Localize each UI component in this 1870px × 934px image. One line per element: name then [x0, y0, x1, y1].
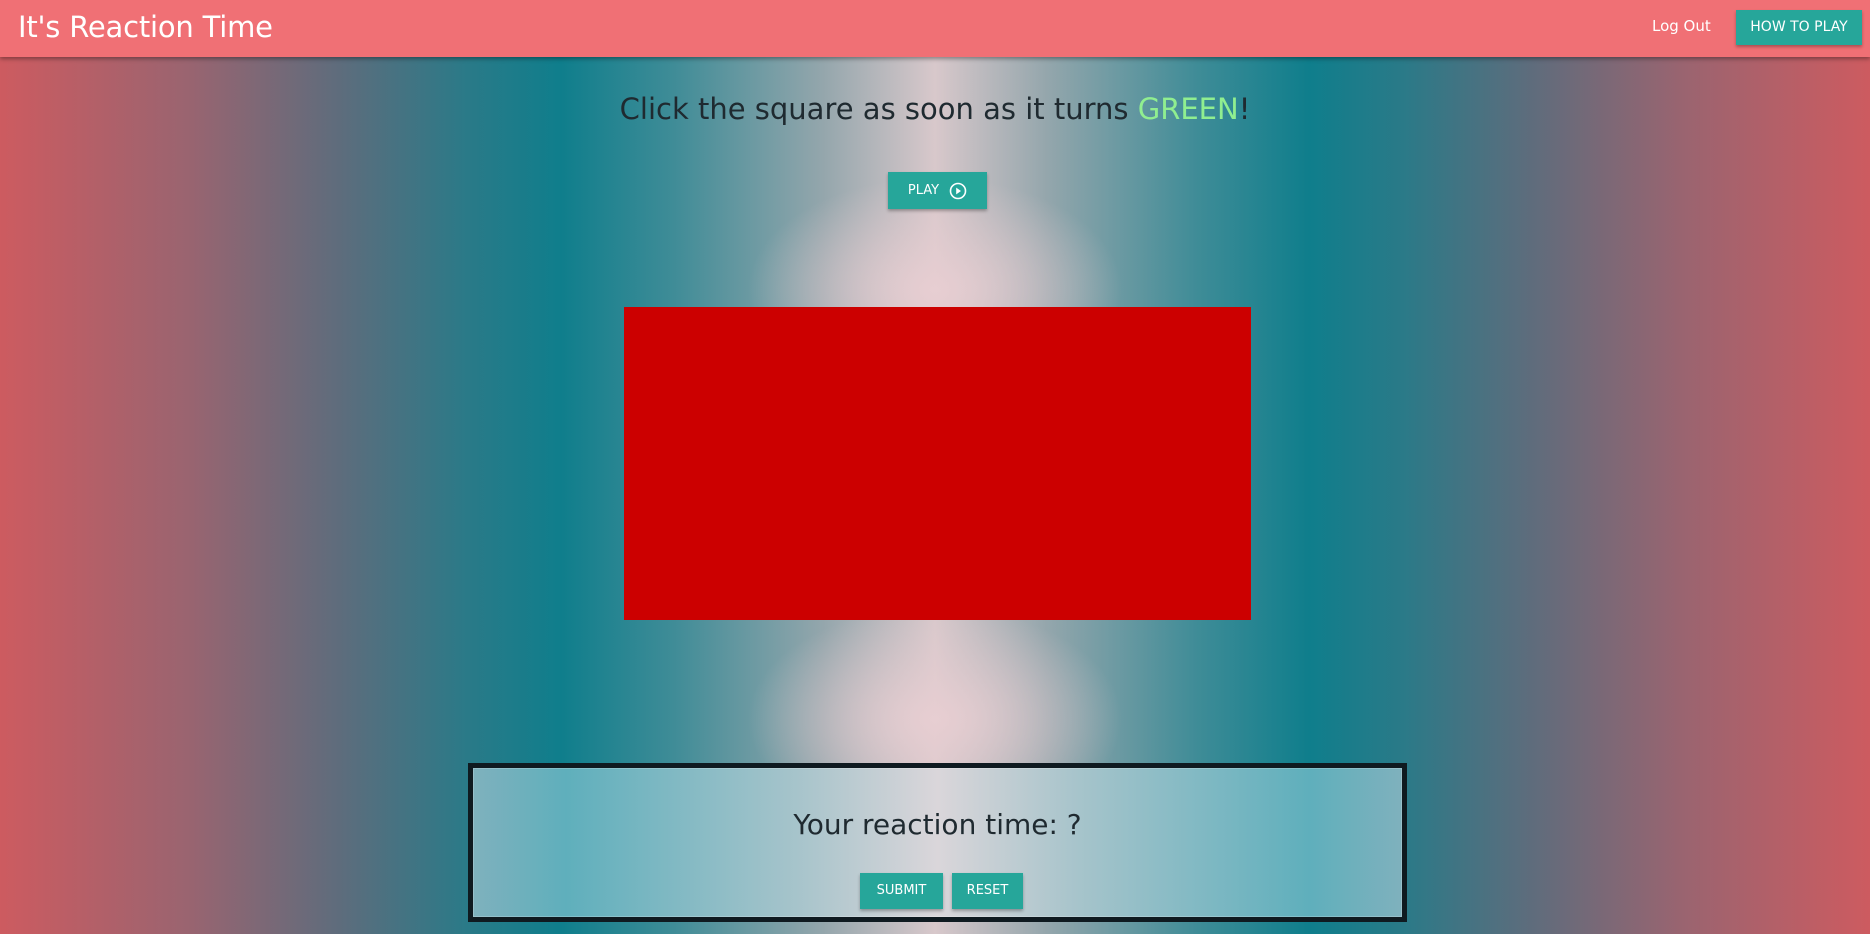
instruction-green-word: GREEN: [1137, 92, 1239, 126]
app-title[interactable]: It's Reaction Time: [18, 10, 273, 44]
logout-link[interactable]: Log Out: [1652, 17, 1711, 35]
reaction-result-panel: Your reaction time: ? SUBMIT RESET: [468, 763, 1407, 922]
reaction-time-text: Your reaction time: ?: [793, 808, 1082, 841]
instruction-suffix: !: [1238, 92, 1251, 126]
play-circle-icon: [949, 182, 967, 200]
how-to-play-button[interactable]: HOW TO PLAY: [1736, 10, 1862, 45]
instruction-text: Click the square as soon as it turns GRE…: [0, 92, 1870, 126]
play-button[interactable]: PLAY: [888, 172, 987, 209]
instruction-prefix: Click the square as soon as it turns: [619, 92, 1138, 126]
reaction-square[interactable]: [624, 307, 1251, 620]
play-button-label: PLAY: [907, 183, 940, 198]
submit-button[interactable]: SUBMIT: [860, 873, 943, 909]
top-navbar: It's Reaction Time Log Out HOW TO PLAY: [0, 0, 1870, 57]
reset-button[interactable]: RESET: [952, 873, 1023, 909]
